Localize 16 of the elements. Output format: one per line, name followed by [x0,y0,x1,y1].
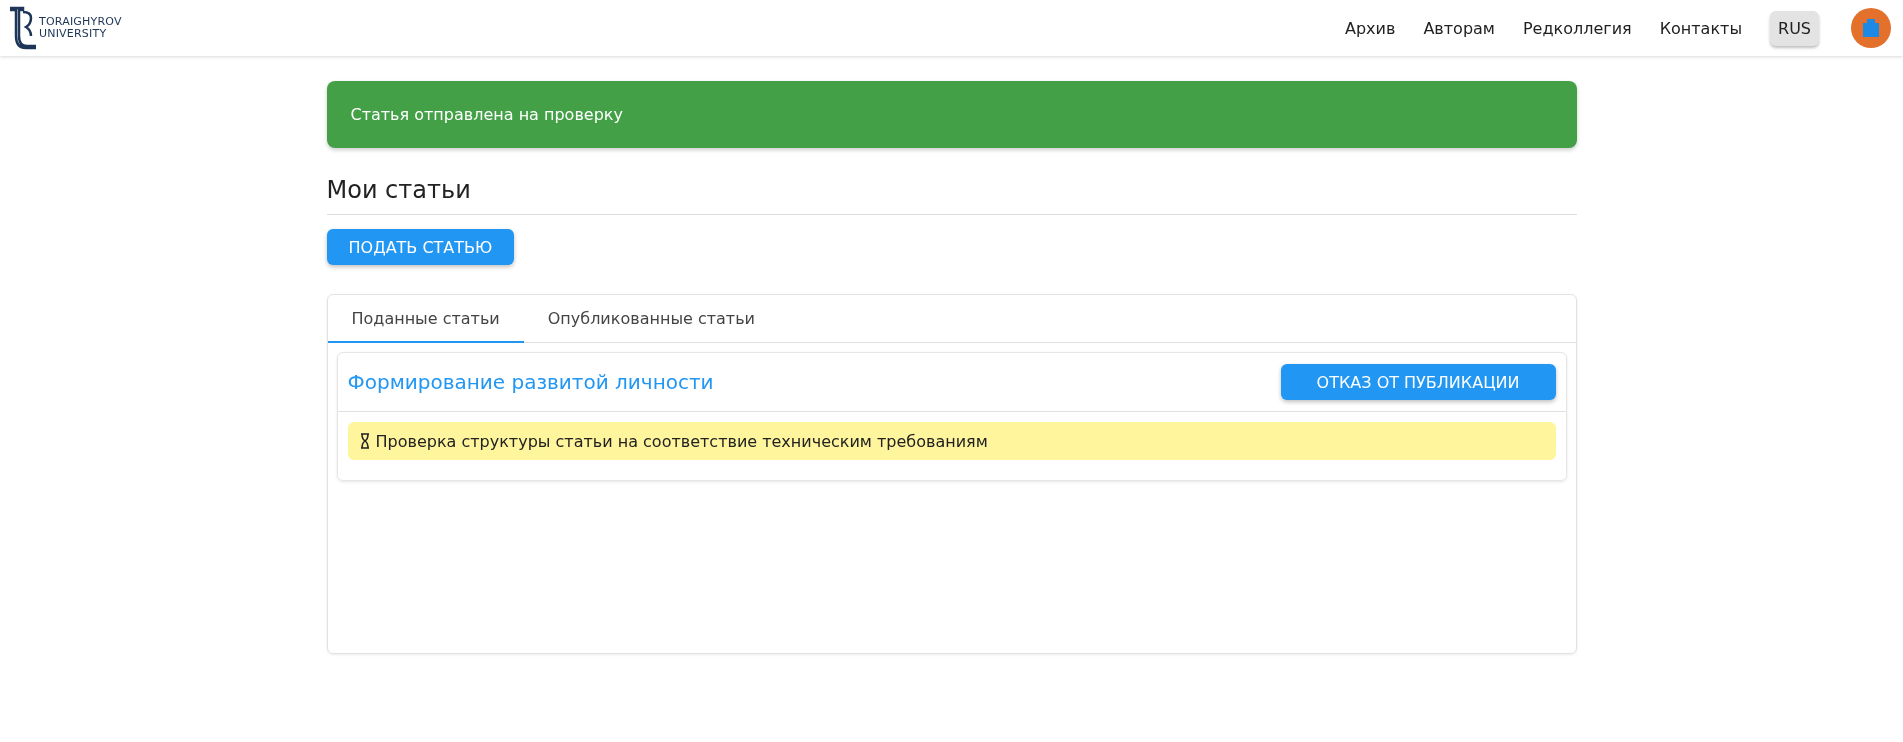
nav-link[interactable]: Архив [1345,18,1396,38]
page-title: Мои статьи [326,176,1577,215]
tab[interactable]: Поданные статьи [327,295,524,343]
language-button[interactable]: RUS [1770,10,1819,46]
tab[interactable]: Опубликованные статьи [523,295,779,343]
nav-link[interactable]: Контакты [1659,18,1742,38]
status-text: Проверка структуры статьи на соответствие техническим требованиям [375,431,988,451]
nav-link[interactable]: Авторам [1423,18,1495,38]
avatar[interactable] [1851,8,1891,48]
logo-text: UNIVERSITY [39,28,108,40]
bag-icon [1862,19,1880,37]
logo-text: TORAIGHYROV [39,16,122,28]
hourglass-icon [359,433,370,449]
nav-link[interactable]: Редколлегия [1522,18,1632,38]
university-logo-icon [10,6,36,50]
success-alert: Статья отправлена на проверку [326,81,1577,148]
